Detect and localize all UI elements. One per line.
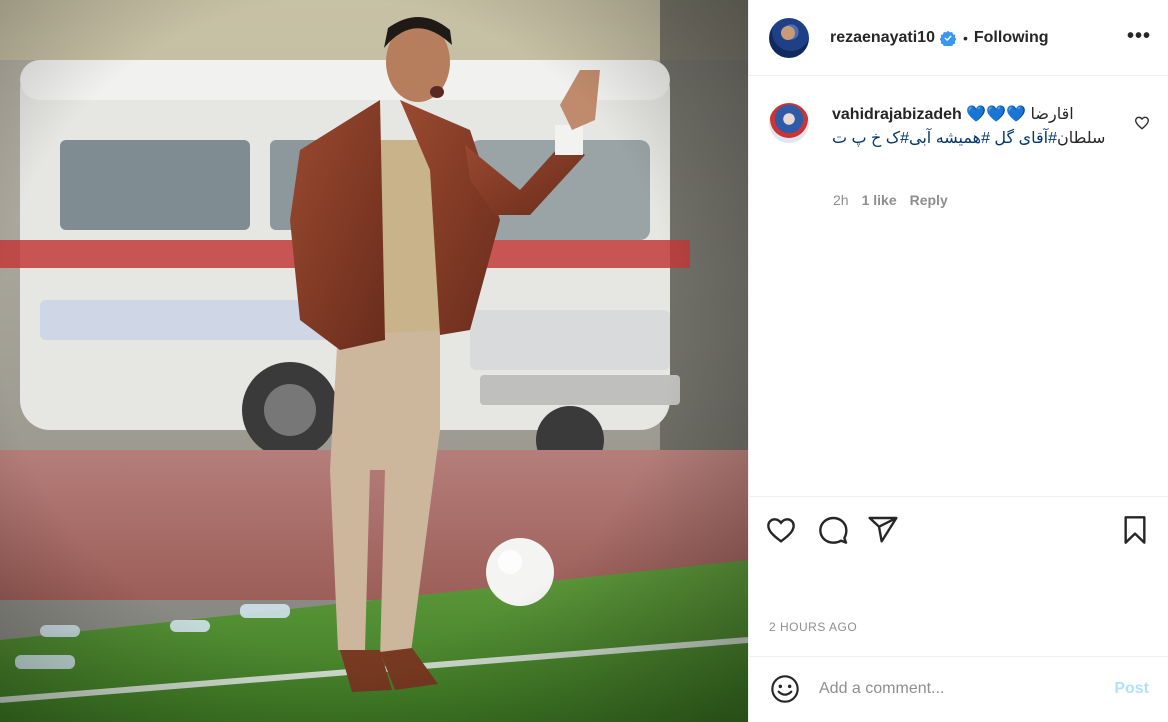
post-comment-button[interactable]: Post bbox=[1114, 680, 1149, 698]
post-timestamp[interactable]: 2 HOURS AGO bbox=[769, 620, 857, 634]
comment-meta: 2h 1 like Reply bbox=[833, 192, 948, 208]
comment-likes-count[interactable]: 1 like bbox=[862, 192, 897, 208]
small-heart-icon[interactable] bbox=[1134, 115, 1150, 131]
commenter-avatar[interactable] bbox=[769, 103, 809, 143]
hashtag-link[interactable]: #آقای گل bbox=[994, 130, 1057, 147]
hashtag-link[interactable]: #همیشه آبی bbox=[909, 130, 990, 147]
post-header: rezaenayati10 • Following ••• bbox=[749, 0, 1168, 76]
comment-item: vahidrajabizadeh 💙💙💙 اقارضا سلطان#آقای گ… bbox=[769, 103, 1153, 208]
more-options-button[interactable]: ••• bbox=[1127, 26, 1151, 46]
comment-input[interactable] bbox=[819, 677, 1089, 701]
post-photo[interactable] bbox=[0, 0, 748, 722]
comment-text-rest: سلطان bbox=[1057, 130, 1106, 147]
add-comment-bar: Post bbox=[749, 656, 1168, 722]
comment-first-line: vahidrajabizadeh 💙💙💙 اقارضا bbox=[832, 103, 1112, 127]
blue-hearts-emoji: 💙💙💙 bbox=[966, 106, 1027, 123]
author-username[interactable]: rezaenayati10 bbox=[830, 29, 935, 47]
commenter-username[interactable]: vahidrajabizadeh bbox=[832, 106, 962, 123]
author-avatar[interactable] bbox=[769, 17, 809, 58]
post-actions-bar bbox=[749, 496, 1168, 560]
reply-button[interactable]: Reply bbox=[910, 192, 948, 208]
comment-text: سلطان#آقای گل #همیشه آبی#ک خ پ ت bbox=[832, 127, 1112, 151]
comment-text-first: اقارضا bbox=[1030, 106, 1074, 123]
header-separator: • bbox=[962, 29, 968, 46]
paper-plane-icon[interactable] bbox=[867, 514, 899, 546]
comment-bubble-icon[interactable] bbox=[817, 514, 849, 546]
verified-badge-icon bbox=[939, 30, 956, 46]
comment-body: vahidrajabizadeh 💙💙💙 اقارضا سلطان#آقای گ… bbox=[832, 103, 1112, 151]
photo-illustration bbox=[0, 0, 748, 722]
heart-icon[interactable] bbox=[765, 514, 797, 546]
smiley-icon[interactable] bbox=[769, 673, 801, 705]
following-button[interactable]: Following bbox=[974, 29, 1049, 47]
instagram-post-view: rezaenayati10 • Following ••• vahidrajab… bbox=[0, 0, 1168, 722]
hashtag-link[interactable]: #ک خ پ ت bbox=[832, 130, 909, 147]
comment-age: 2h bbox=[833, 192, 849, 208]
post-side-panel: rezaenayati10 • Following ••• vahidrajab… bbox=[748, 0, 1168, 722]
bookmark-icon[interactable] bbox=[1119, 514, 1151, 546]
